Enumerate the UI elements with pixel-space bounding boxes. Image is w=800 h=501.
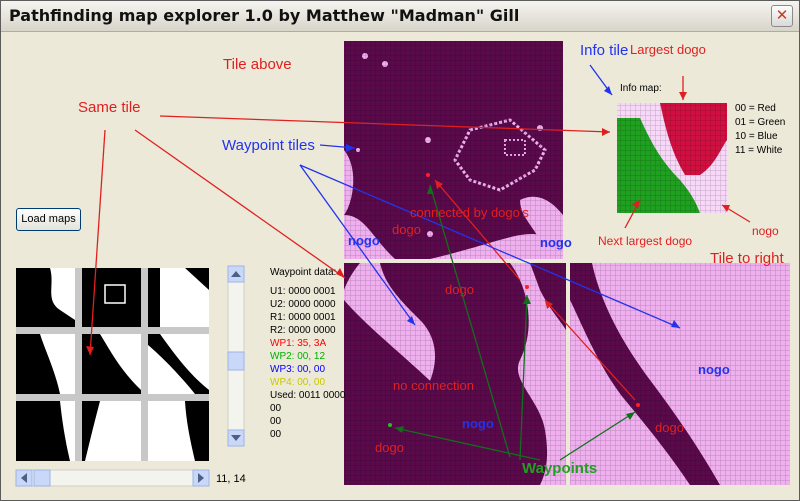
waypoint-line: WP4: 00, 00 — [270, 377, 326, 388]
waypoint-line: 00 — [270, 403, 282, 414]
label-dogo-4: dogo — [375, 440, 404, 455]
label-dogo-3: dogo — [655, 420, 684, 435]
label-nogo-2: nogo — [540, 235, 572, 250]
waypoint-line: U1: 0000 0001 — [270, 286, 336, 297]
legend-2: 10 = Blue — [735, 131, 778, 142]
waypoint-line: Used: 0011 0000 — [270, 390, 346, 401]
label-next-largest: Next largest dogo — [598, 234, 693, 248]
label-info-tile: Info tile — [580, 42, 629, 59]
waypoint-line: R1: 0000 0001 — [270, 312, 336, 323]
label-nogo-3: nogo — [698, 362, 730, 377]
label-nogo-info: nogo — [752, 224, 779, 238]
legend-0: 00 = Red — [735, 103, 776, 114]
tile-right — [570, 263, 790, 485]
label-tile-above: Tile above — [223, 56, 292, 73]
info-map-label: Info map: — [620, 83, 662, 94]
waypoint-line: R2: 0000 0000 — [270, 325, 336, 336]
waypoint-line: U2: 0000 0000 — [270, 299, 336, 310]
label-nogo-1: nogo — [348, 233, 380, 248]
overview-map[interactable] — [16, 268, 209, 461]
label-tile-to-right: Tile to right — [710, 250, 784, 267]
tile-above — [344, 41, 563, 259]
label-waypoints: Waypoints — [522, 460, 598, 477]
waypoint-data-title: Waypoint data: — [270, 267, 337, 278]
label-nogo-4: nogo — [462, 416, 494, 431]
label-connected: connected by dogo's — [410, 205, 529, 220]
label-same-tile: Same tile — [78, 99, 141, 116]
load-maps-button[interactable]: Load maps — [16, 208, 81, 231]
waypoint-line: 00 — [270, 429, 282, 440]
legend-3: 11 = White — [735, 145, 783, 156]
label-no-connection: no connection — [393, 378, 474, 393]
waypoint-line: WP1: 35, 3A — [270, 338, 327, 349]
waypoint-line: 00 — [270, 416, 282, 427]
coord-readout: 11, 14 — [216, 473, 246, 485]
waypoint-line: WP3: 00, 00 — [270, 364, 326, 375]
info-tile — [617, 103, 727, 213]
label-largest-dogo: Largest dogo — [630, 42, 706, 57]
label-dogo-2: dogo — [445, 282, 474, 297]
legend-1: 01 = Green — [735, 117, 786, 128]
label-waypoint-tiles: Waypoint tiles — [222, 137, 315, 154]
label-dogo-1: dogo — [392, 222, 421, 237]
waypoint-line: WP2: 00, 12 — [270, 351, 326, 362]
